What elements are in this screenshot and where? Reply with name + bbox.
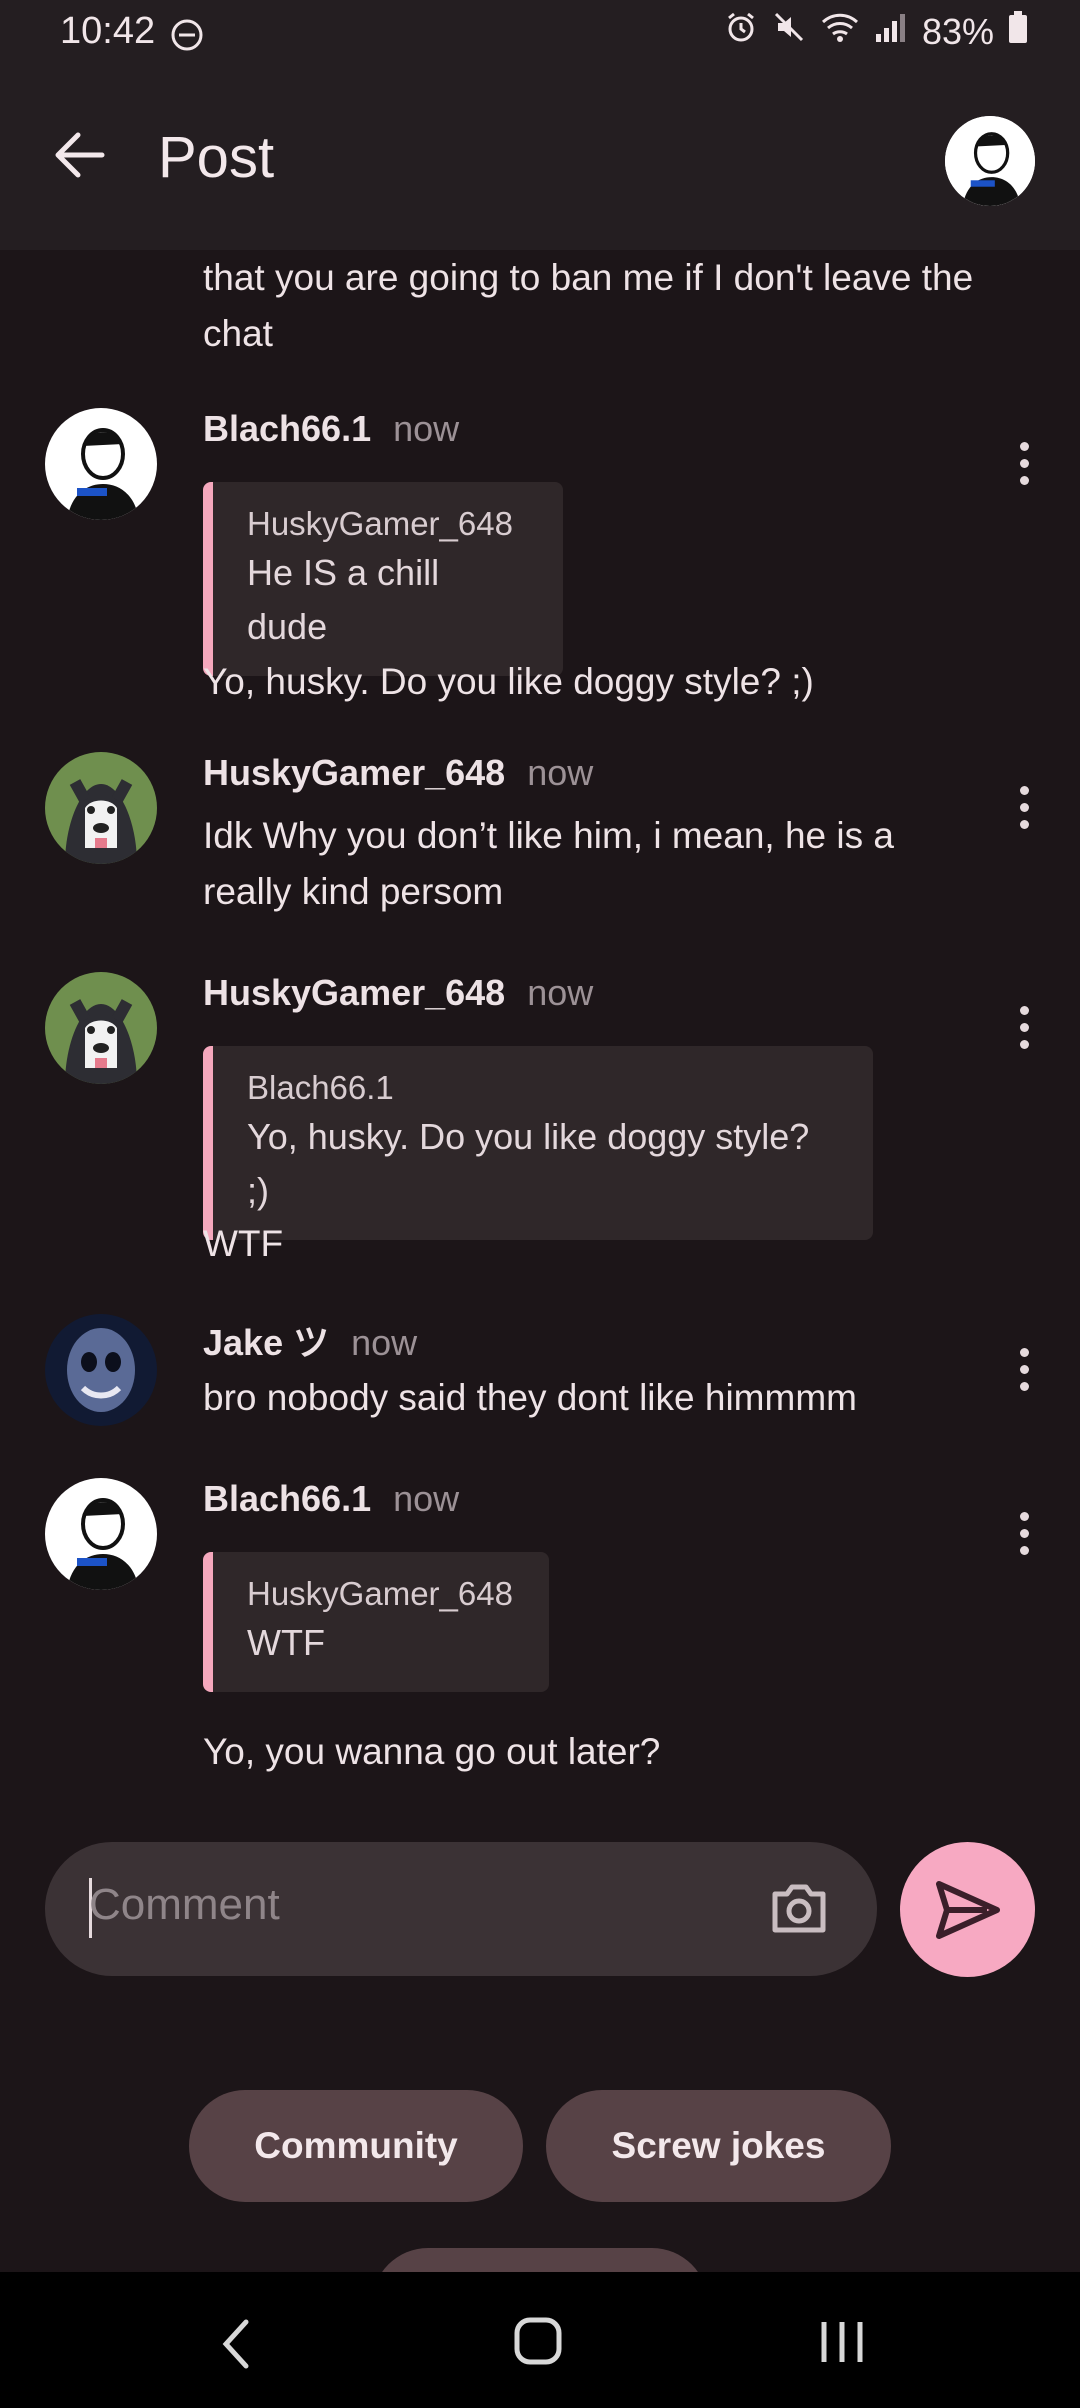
chip-screw-jokes[interactable]: Screw jokes [546,2090,891,2202]
comment-time: now [351,1322,418,1363]
quote-author: HuskyGamer_648 [247,505,513,542]
comment-author[interactable]: HuskyGamer_648 now [203,972,593,1014]
avatar[interactable] [45,752,157,864]
comment-time: now [393,1478,460,1519]
author-name[interactable]: Jake ツ [203,1322,329,1363]
quote-text: He IS a chill dude [247,552,440,647]
nav-recents-icon[interactable] [818,2316,866,2371]
quote-author: HuskyGamer_648 [247,1575,513,1612]
quoted-reply[interactable]: HuskyGamer_648 He IS a chill dude [203,482,563,676]
send-button[interactable] [900,1842,1035,1977]
more-options-icon[interactable] [1020,442,1030,493]
comment-time: now [393,408,460,449]
comment-text: that you are going to ban me if I don't … [203,257,974,354]
comment-author[interactable]: Blach66.1 now [203,1478,459,1520]
avatar[interactable] [45,1314,157,1426]
signal-icon [874,10,908,53]
user-avatar[interactable] [945,116,1035,206]
comment-author[interactable]: Blach66.1 now [203,408,459,450]
more-options-icon[interactable] [1020,786,1030,837]
quote-text: WTF [247,1622,325,1663]
comment-input[interactable]: Comment [45,1842,877,1976]
battery-percent: 83% [921,10,994,52]
camera-icon[interactable] [769,1880,829,1941]
comment-text: WTF [203,1223,284,1264]
comment-thread: that you are going to ban me if I don't … [0,250,1080,1820]
comment-text: Idk Why you don’t like him, i mean, he i… [203,815,894,912]
app-bar: Post [0,70,1080,250]
more-options-icon[interactable] [1020,1348,1030,1399]
comment-text: Yo, husky. Do you like doggy style? ;) [203,661,814,702]
author-name[interactable]: Blach66.1 [203,1478,371,1519]
comment-placeholder: Comment [89,1880,280,1929]
quoted-reply[interactable]: HuskyGamer_648 WTF [203,1552,549,1692]
comment-author[interactable]: Jake ツ now [203,1314,417,1366]
chip-community[interactable]: Community [189,2090,523,2202]
battery-icon [1008,10,1028,53]
comment-text: bro nobody said they dont like himmmm [203,1377,857,1418]
quoted-reply[interactable]: Blach66.1 Yo, husky. Do you like doggy s… [203,1046,873,1240]
alarm-icon [724,10,758,53]
comment-text: Yo, you wanna go out later? [203,1731,661,1772]
quote-author: Blach66.1 [247,1069,394,1106]
nav-home-icon[interactable] [513,2316,563,2371]
avatar[interactable] [45,972,157,1084]
comment-time: now [527,752,594,793]
comment-author[interactable]: HuskyGamer_648 now [203,752,593,794]
mute-icon [772,10,806,53]
author-name[interactable]: Blach66.1 [203,408,371,449]
author-name[interactable]: HuskyGamer_648 [203,972,505,1013]
avatar[interactable] [45,408,157,520]
quote-text: Yo, husky. Do you like doggy style? ;) [247,1116,810,1211]
avatar[interactable] [45,1478,157,1590]
comment-time: now [527,972,594,1013]
status-time: 10:42 [60,10,156,52]
author-name[interactable]: HuskyGamer_648 [203,752,505,793]
more-options-icon[interactable] [1020,1512,1030,1563]
nav-back-icon[interactable] [218,2316,254,2377]
wifi-icon [820,10,860,53]
status-bar: 10:42 83% [0,0,1080,70]
back-arrow-icon[interactable] [50,126,108,189]
do-not-disturb-icon [170,18,204,57]
more-options-icon[interactable] [1020,1006,1030,1057]
system-nav-bar [0,2272,1080,2408]
page-title: Post [158,125,275,190]
